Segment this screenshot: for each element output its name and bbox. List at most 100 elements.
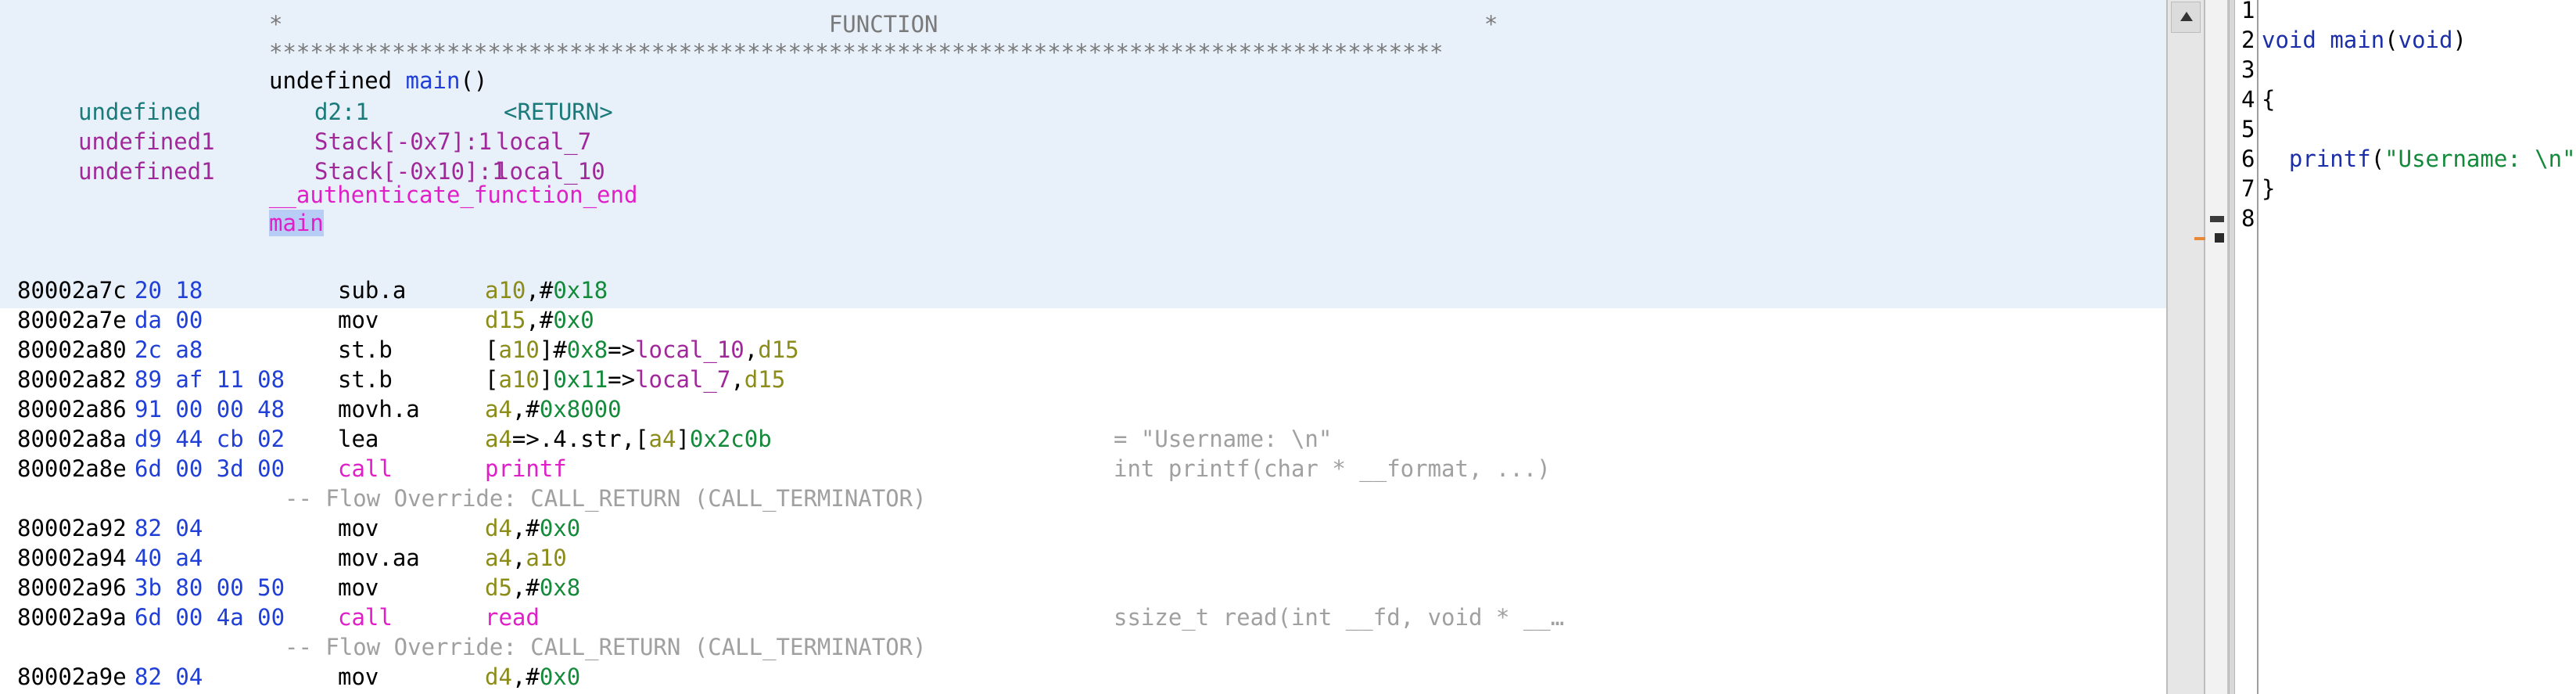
operand-token[interactable]: => <box>608 366 635 393</box>
instruction-bytes[interactable]: 6d 00 4a 00 <box>135 602 285 632</box>
instruction-operands[interactable]: d4,#0x0 <box>485 662 580 692</box>
instruction-bytes[interactable]: 20 18 <box>135 275 203 305</box>
operand-token[interactable]: d15 <box>758 336 798 363</box>
signature-name[interactable]: main <box>406 67 461 94</box>
operand-token[interactable]: ,# <box>512 396 540 423</box>
param-name[interactable]: local_7 <box>496 127 591 156</box>
instruction-operands[interactable]: d5,#0x8 <box>485 573 580 602</box>
operand-token[interactable]: => <box>608 336 635 363</box>
label-main[interactable]: main <box>269 208 324 238</box>
code-token[interactable]: "Username: \n" <box>2384 146 2575 172</box>
operand-token[interactable]: ,# <box>526 307 553 333</box>
code-token[interactable]: ) <box>2452 27 2466 53</box>
operand-token[interactable]: [ <box>485 336 498 363</box>
instruction-bytes[interactable]: 2c a8 <box>135 335 203 365</box>
operand-token[interactable]: 0x18 <box>553 277 608 304</box>
operand-token[interactable]: ] <box>676 426 689 452</box>
operand-token[interactable]: , <box>730 366 744 393</box>
instruction-operands[interactable]: d15,#0x0 <box>485 305 594 335</box>
operand-token[interactable]: d15 <box>485 307 526 333</box>
operand-token[interactable]: ,# <box>512 574 540 601</box>
operand-token[interactable]: a4 <box>485 396 512 423</box>
instruction-address[interactable]: 80002a9e <box>17 662 127 692</box>
instruction-address[interactable]: 80002a9a <box>17 602 127 632</box>
instruction-address[interactable]: 80002a7c <box>17 275 127 305</box>
vertical-scrollbar[interactable] <box>2166 0 2205 694</box>
instruction-address[interactable]: 80002a80 <box>17 335 127 365</box>
code-token[interactable]: ( <box>2371 146 2384 172</box>
code-token[interactable]: printf <box>2262 146 2371 172</box>
instruction-address[interactable]: 80002a8a <box>17 424 127 454</box>
operand-token[interactable]: d4 <box>485 515 512 541</box>
operand-token[interactable]: =>.4.str,[ <box>512 426 649 452</box>
code-token[interactable]: { <box>2262 86 2275 113</box>
instruction-mnemonic[interactable]: mov <box>338 573 379 602</box>
operand-token[interactable]: 0x8 <box>567 336 608 363</box>
instruction-address[interactable]: 80002a82 <box>17 365 127 394</box>
instruction-address[interactable]: 80002a92 <box>17 513 127 543</box>
instruction-mnemonic[interactable]: st.b <box>338 365 393 394</box>
instruction-mnemonic[interactable]: mov <box>338 513 379 543</box>
operand-token[interactable]: [ <box>485 366 498 393</box>
param-storage[interactable]: d2:1 <box>314 97 369 127</box>
instruction-mnemonic[interactable]: sub.a <box>338 275 406 305</box>
instruction-address[interactable]: 80002a7e <box>17 305 127 335</box>
operand-token[interactable]: a10 <box>498 336 539 363</box>
decompiled-code-line[interactable]: } <box>2262 174 2275 203</box>
operand-token[interactable]: , <box>512 545 526 571</box>
instruction-address[interactable]: 80002a94 <box>17 543 127 573</box>
instruction-operands[interactable]: [a10]#0x8=>local_10,d15 <box>485 335 799 365</box>
instruction-operands[interactable]: read <box>485 602 540 632</box>
instruction-mnemonic[interactable]: call <box>338 602 393 632</box>
instruction-operands[interactable]: a4=>.4.str,[a4]0x2c0b <box>485 424 772 454</box>
instruction-operands[interactable]: a4,a10 <box>485 543 567 573</box>
operand-token[interactable]: ] <box>540 366 553 393</box>
instruction-bytes[interactable]: 91 00 00 48 <box>135 394 285 424</box>
label-main-text[interactable]: main <box>269 210 324 236</box>
operand-token[interactable]: printf <box>485 455 567 482</box>
instruction-operands[interactable]: a4,#0x8000 <box>485 394 622 424</box>
instruction-mnemonic[interactable]: call <box>338 454 393 484</box>
instruction-operands[interactable]: d4,#0x0 <box>485 513 580 543</box>
instruction-bytes[interactable]: 6d 00 3d 00 <box>135 454 285 484</box>
param-name[interactable]: <RETURN> <box>504 97 613 127</box>
decompiled-code-line[interactable]: printf("Username: \n"); <box>2262 144 2576 174</box>
operand-token[interactable]: a4 <box>649 426 676 452</box>
instruction-operands[interactable]: a10,#0x18 <box>485 275 608 305</box>
operand-token[interactable]: 0x8 <box>540 574 580 601</box>
instruction-mnemonic[interactable]: mov.aa <box>338 543 420 573</box>
operand-token[interactable]: ,# <box>512 515 540 541</box>
panel-divider[interactable] <box>2229 0 2235 694</box>
code-token[interactable]: } <box>2262 175 2275 202</box>
instruction-bytes[interactable]: 40 a4 <box>135 543 203 573</box>
instruction-address[interactable]: 80002a96 <box>17 573 127 602</box>
code-token[interactable]: void <box>2398 27 2453 53</box>
operand-token[interactable]: 0x11 <box>553 366 608 393</box>
instruction-mnemonic[interactable]: movh.a <box>338 394 420 424</box>
operand-token[interactable]: a4 <box>485 426 512 452</box>
code-token[interactable]: ( <box>2384 27 2398 53</box>
instruction-bytes[interactable]: da 00 <box>135 305 203 335</box>
instruction-mnemonic[interactable]: mov <box>338 305 379 335</box>
operand-token[interactable]: a10 <box>498 366 539 393</box>
operand-token[interactable]: ,# <box>526 277 553 304</box>
operand-token[interactable]: 0x0 <box>540 515 580 541</box>
operand-token[interactable]: d5 <box>485 574 512 601</box>
operand-token[interactable]: 0x0 <box>540 663 580 690</box>
decompiled-code-line[interactable]: { <box>2262 85 2275 114</box>
instruction-bytes[interactable]: d9 44 cb 02 <box>135 424 285 454</box>
listing-panel[interactable]: * FUNCTION * ***************************… <box>0 0 2166 694</box>
instruction-address[interactable]: 80002a8e <box>17 454 127 484</box>
operand-token[interactable]: , <box>744 336 758 363</box>
operand-token[interactable]: a4 <box>485 545 512 571</box>
instruction-mnemonic[interactable]: lea <box>338 424 379 454</box>
instruction-mnemonic[interactable]: mov <box>338 662 379 692</box>
param-storage[interactable]: Stack[-0x7]:1 <box>314 127 492 156</box>
operand-token[interactable]: d15 <box>744 366 785 393</box>
function-signature[interactable]: undefined main() <box>269 66 487 95</box>
param-type[interactable]: undefined <box>78 97 201 127</box>
scroll-up-arrow-icon[interactable] <box>2171 2 2201 33</box>
operand-token[interactable]: ,# <box>512 663 540 690</box>
operand-token[interactable]: 0x0 <box>553 307 594 333</box>
code-token[interactable]: main <box>2330 27 2384 53</box>
